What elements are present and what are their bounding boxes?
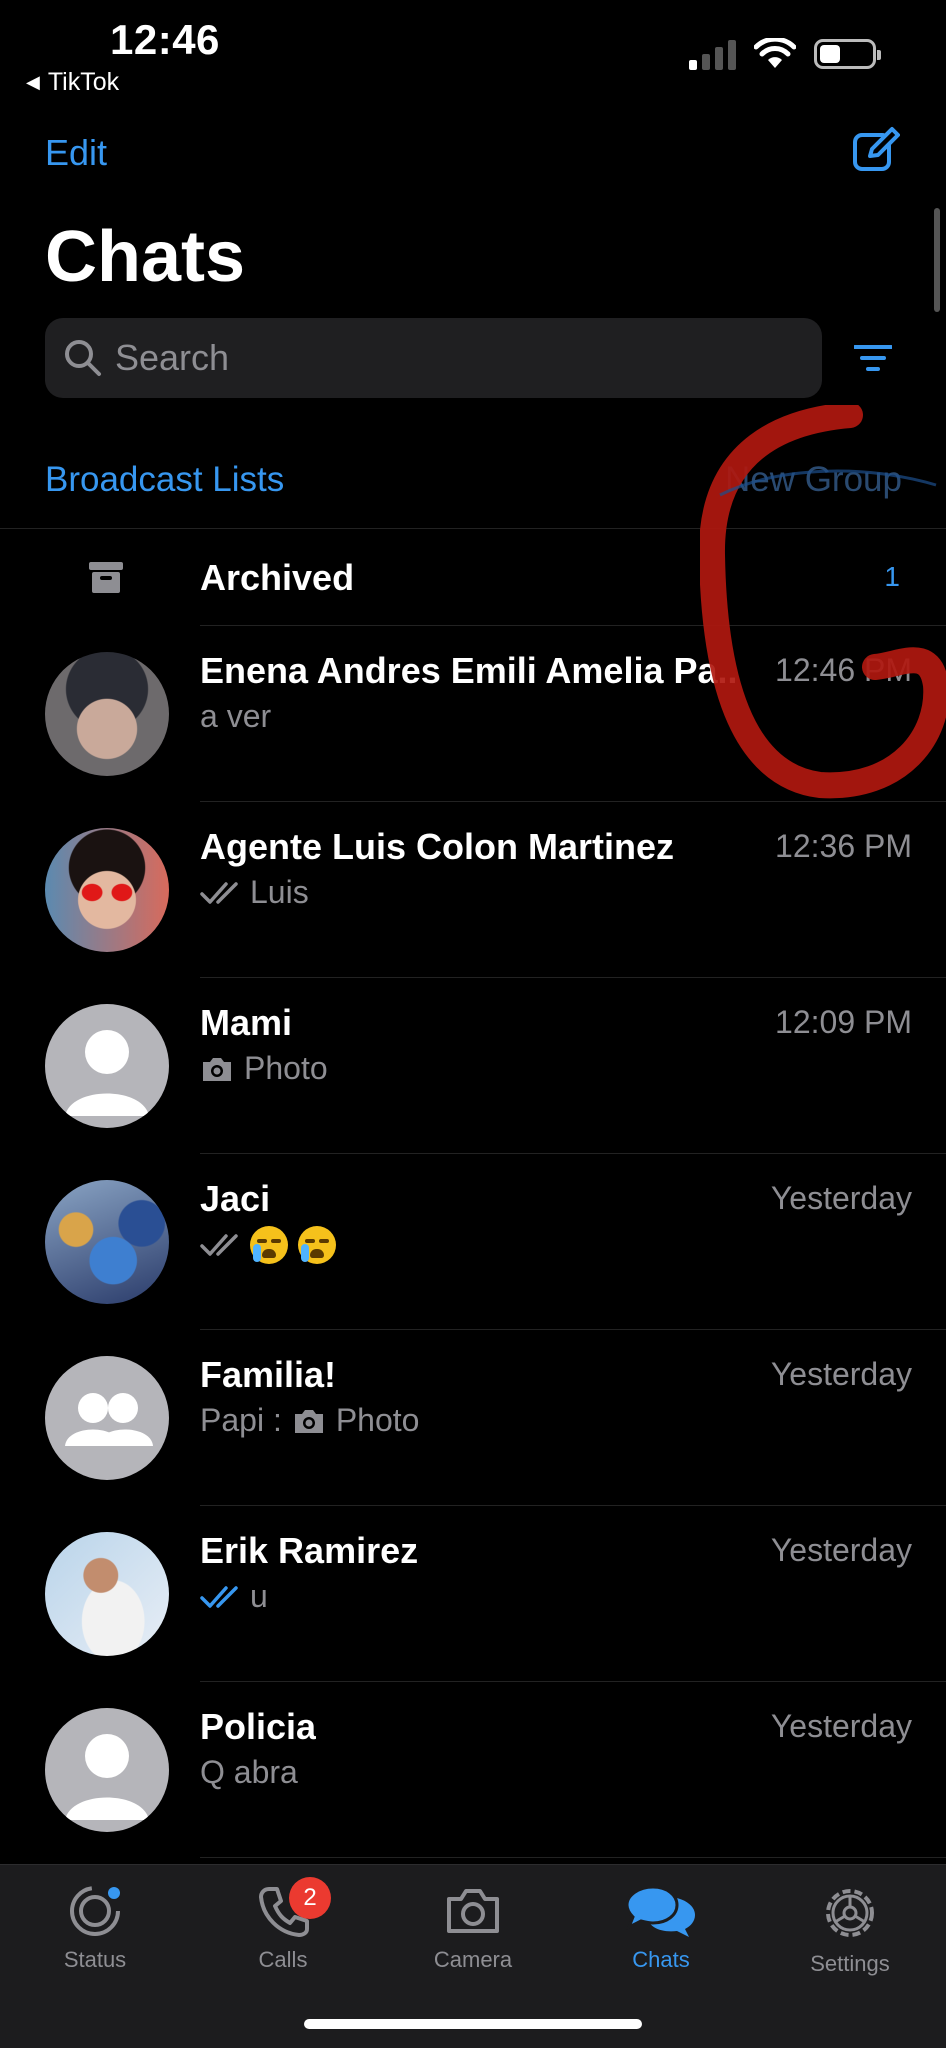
camera-small-icon xyxy=(203,1057,231,1081)
calls-badge: 2 xyxy=(289,1877,331,1919)
divider xyxy=(200,1857,946,1858)
preview-text: Luis xyxy=(250,874,309,910)
back-arrow-icon: ◀ xyxy=(26,72,40,92)
status-bar: 12:46 ◀ TikTok xyxy=(0,0,946,100)
chat-preview: Q abra xyxy=(200,1754,298,1791)
chat-row-agente-luis[interactable]: Agente Luis Colon Martinez 12:36 PM Luis xyxy=(0,802,946,978)
tab-label: Camera xyxy=(433,1947,513,1972)
back-app-label: TikTok xyxy=(47,68,120,96)
tab-label: Chats xyxy=(632,1947,690,1972)
default-user-avatar xyxy=(45,1004,169,1128)
page-title: Chats xyxy=(45,217,246,297)
default-user-avatar xyxy=(45,1708,169,1832)
chat-row-policia[interactable]: Policia Yesterday Q abra xyxy=(0,1682,946,1858)
preview-text: u xyxy=(250,1578,268,1614)
archive-box-icon xyxy=(89,562,123,593)
tab-chats[interactable]: Chats xyxy=(591,1883,731,1973)
tab-status[interactable]: Status xyxy=(25,1883,165,1973)
chat-name: Erik Ramirez xyxy=(200,1530,419,1571)
cellular-signal-icon xyxy=(689,38,736,70)
camera-icon xyxy=(447,1889,499,1933)
chat-preview: Papi : Photo xyxy=(200,1402,419,1439)
double-check-icon xyxy=(200,881,238,904)
chat-time: 12:09 PM xyxy=(775,1004,912,1040)
status-icon xyxy=(70,1886,120,1936)
chat-preview: a ver xyxy=(200,698,271,735)
home-indicator[interactable] xyxy=(304,2019,642,2029)
chat-name: Familia! xyxy=(200,1354,337,1395)
chat-time: Yesterday xyxy=(770,1532,912,1568)
chat-name: Enena Andres Emili Amelia Pa.. xyxy=(200,650,738,691)
crying-face-emoji xyxy=(298,1226,336,1264)
battery-icon xyxy=(814,39,881,69)
chat-name: Jaci xyxy=(200,1178,271,1219)
chat-name: Agente Luis Colon Martinez xyxy=(200,826,675,867)
avatar xyxy=(45,1180,169,1304)
chat-time: Yesterday xyxy=(770,1180,912,1216)
chat-row-jaci[interactable]: Jaci Yesterday xyxy=(0,1154,946,1330)
preview-text: Photo xyxy=(335,1402,420,1438)
wifi-icon xyxy=(754,38,796,68)
chat-row-mami[interactable]: Mami 12:09 PM Photo xyxy=(0,978,946,1154)
avatar xyxy=(45,652,169,776)
scroll-indicator xyxy=(934,208,940,312)
chat-time: Yesterday xyxy=(770,1356,912,1392)
double-check-icon xyxy=(200,1234,238,1256)
status-clock: 12:46 xyxy=(110,16,220,63)
tab-label: Settings xyxy=(810,1951,890,1976)
crying-face-emoji xyxy=(250,1226,288,1264)
default-group-avatar xyxy=(45,1356,169,1480)
new-group-link[interactable]: New Group xyxy=(725,460,902,500)
chat-name: Mami xyxy=(200,1002,293,1043)
avatar xyxy=(45,828,169,952)
tab-calls[interactable]: 2 Calls xyxy=(213,1877,353,1973)
user-silhouette-icon xyxy=(65,1734,149,1820)
chat-row-familia[interactable]: Familia! Yesterday Papi : Photo xyxy=(0,1330,946,1506)
chat-time: Yesterday xyxy=(770,1708,912,1744)
chat-preview xyxy=(200,1226,336,1264)
preview-text: Q abra xyxy=(200,1754,298,1790)
user-silhouette-icon xyxy=(65,1030,149,1116)
archived-row[interactable]: Archived 1 xyxy=(0,529,946,625)
back-to-app-button[interactable]: ◀ TikTok xyxy=(26,68,119,97)
camera-small-icon xyxy=(294,1409,323,1433)
archived-count: 1 xyxy=(884,561,900,592)
chat-preview: Photo xyxy=(200,1050,328,1087)
group-silhouette-icon xyxy=(65,1393,153,1446)
preview-text: a ver xyxy=(200,698,272,734)
tab-settings[interactable]: Settings xyxy=(780,1883,920,1977)
chat-row-erik-ramirez[interactable]: Erik Ramirez Yesterday u xyxy=(0,1506,946,1682)
double-check-read-icon xyxy=(200,1585,238,1608)
chat-time: 12:36 PM xyxy=(775,828,912,864)
system-icons xyxy=(689,38,881,70)
chat-preview: u xyxy=(200,1578,268,1615)
chat-row-enena[interactable]: Enena Andres Emili Amelia Pa.. 12:46 PM … xyxy=(0,626,946,802)
preview-text: Photo xyxy=(244,1050,328,1086)
gear-icon xyxy=(826,1889,874,1937)
chat-bubbles-icon xyxy=(625,1885,695,1937)
archived-label: Archived xyxy=(200,557,355,598)
chat-name: Policia xyxy=(200,1706,317,1747)
search-icon xyxy=(65,340,101,376)
compose-icon[interactable] xyxy=(852,126,900,174)
tab-label: Calls xyxy=(258,1947,308,1972)
avatar xyxy=(45,1532,169,1656)
chat-preview: Luis xyxy=(200,874,309,911)
tab-camera[interactable]: Camera xyxy=(403,1883,543,1973)
chat-time: 12:46 PM xyxy=(775,652,912,688)
filter-icon[interactable] xyxy=(854,344,892,372)
edit-button[interactable]: Edit xyxy=(45,132,107,174)
search-input[interactable]: Search xyxy=(45,318,822,398)
search-placeholder: Search xyxy=(115,337,230,378)
preview-sender: Papi : xyxy=(200,1402,282,1438)
tab-label: Status xyxy=(63,1947,127,1972)
broadcast-lists-link[interactable]: Broadcast Lists xyxy=(45,460,284,500)
